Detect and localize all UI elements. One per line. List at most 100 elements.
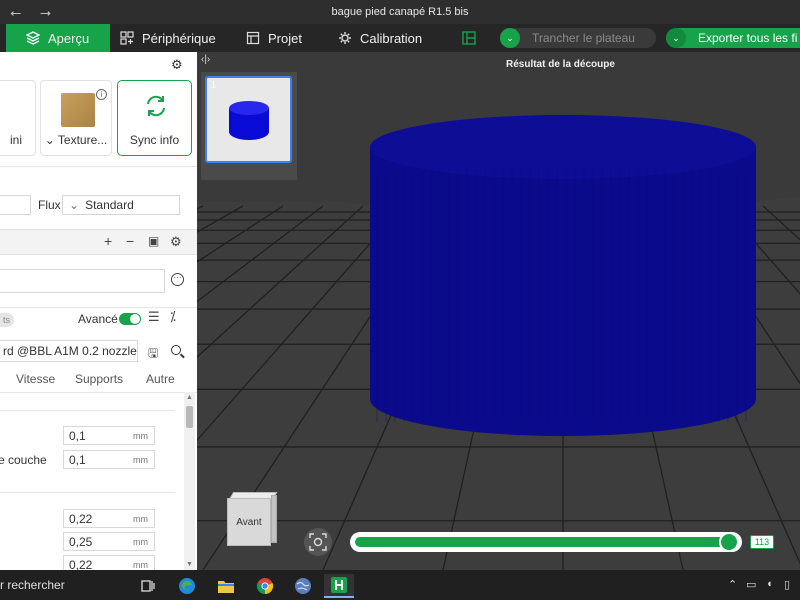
add-icon[interactable]: +: [104, 233, 112, 249]
sync-info-button[interactable]: Sync info: [117, 80, 192, 156]
fit-view-button[interactable]: [304, 528, 332, 556]
collapse-panel-icon[interactable]: ‹|›: [201, 54, 210, 65]
multi-device-icon: [462, 31, 476, 45]
divider: [0, 166, 197, 167]
texture-label: Texture...: [57, 133, 108, 147]
line-width-input-1[interactable]: 0,22 mm: [63, 509, 155, 528]
objects-settings-icon[interactable]: ▣: [148, 234, 159, 248]
cube-icon: [26, 31, 40, 45]
edge-icon[interactable]: [172, 574, 202, 598]
line-width-unit-2: mm: [133, 536, 148, 547]
calibration-icon: [338, 31, 352, 45]
divider: [0, 410, 175, 411]
settings-scrollbar[interactable]: ▲ ▼: [184, 392, 195, 570]
network-icon[interactable]: ▭: [746, 578, 756, 591]
slice-result-panel[interactable]: Résultat de la découpe: [496, 52, 800, 76]
remove-icon[interactable]: −: [126, 233, 134, 249]
layer-slider-handle[interactable]: [719, 532, 739, 552]
view-cube-front[interactable]: Avant: [227, 498, 271, 546]
plate-settings-gear-icon[interactable]: ⚙: [171, 57, 183, 73]
tab-peripherique[interactable]: Périphérique: [110, 24, 230, 52]
bambu-studio-icon[interactable]: [324, 574, 354, 598]
battery-icon[interactable]: ▯: [784, 578, 790, 591]
device-icon: [120, 31, 134, 45]
texture-card-label: ⌄ Texture...: [41, 133, 111, 147]
slice-dropdown-icon[interactable]: ⌄: [500, 28, 520, 48]
flux-dropdown-icon: ⌄: [69, 198, 80, 212]
scroll-up-icon[interactable]: ▲: [186, 394, 193, 401]
taskbar-search[interactable]: r rechercher: [0, 578, 65, 592]
slice-result-label: Résultat de la découpe: [506, 58, 615, 70]
object-search-input[interactable]: [0, 269, 165, 293]
project-icon: [246, 31, 260, 45]
plate-thumbnail-list: 1: [201, 72, 297, 180]
texture-swatch: [61, 93, 95, 127]
first-layer-height-input[interactable]: 0,1 mm: [63, 450, 155, 469]
layer-slider-fill: [355, 537, 731, 547]
export-dropdown-icon[interactable]: ⌄: [666, 28, 686, 48]
texture-card[interactable]: i ⌄ Texture...: [40, 80, 112, 156]
texture-dropdown-icon: ⌄: [44, 133, 55, 147]
left-settings-panel: ⚙ ini i ⌄ Texture... Sync info Flux ⌄ St…: [0, 52, 197, 570]
first-layer-height-unit: mm: [133, 454, 148, 465]
info-icon[interactable]: i: [96, 89, 107, 100]
speaker-icon[interactable]: ◖: [766, 578, 773, 590]
export-all-button[interactable]: ⌄ Exporter tous les fi: [666, 28, 800, 48]
filament-field[interactable]: [0, 195, 31, 215]
plate-number: 1: [211, 80, 217, 90]
line-width-input-3[interactable]: 0,22 mm: [63, 555, 155, 570]
tab-autre[interactable]: Autre: [146, 372, 175, 386]
first-layer-height-value: 0,1: [69, 452, 86, 467]
3d-viewport[interactable]: ‹|› 1 Avant 113: [197, 52, 800, 570]
save-icon[interactable]: 🖫: [148, 344, 158, 365]
line-width-value-2: 0,25: [69, 534, 93, 549]
flux-value: Standard: [85, 198, 134, 212]
slice-plate-button[interactable]: ⌄ Trancher le plateau: [500, 28, 656, 48]
plate-card-first[interactable]: ini: [0, 80, 36, 156]
layer-height-value: 0,1: [69, 428, 86, 443]
tab-projet[interactable]: Projet: [236, 24, 326, 52]
multi-device-button[interactable]: [452, 24, 482, 52]
line-width-input-2[interactable]: 0,25 mm: [63, 532, 155, 551]
slice-plate-label: Trancher le plateau: [532, 31, 635, 45]
layer-slider[interactable]: [350, 532, 742, 552]
process-chip[interactable]: ts: [0, 313, 14, 327]
divider: [0, 392, 197, 393]
tab-calibration-label: Calibration: [360, 30, 423, 46]
scroll-down-icon[interactable]: ▼: [186, 561, 193, 568]
chrome-icon[interactable]: [250, 574, 280, 598]
more-options-icon[interactable]: ···: [171, 273, 184, 286]
view-cube-label: Avant: [236, 516, 262, 528]
tab-vitesse[interactable]: Vitesse: [16, 372, 55, 386]
tab-peripherique-label: Périphérique: [142, 30, 216, 46]
settings-scrollbar-thumb[interactable]: [186, 406, 193, 428]
sync-icon: [147, 95, 165, 117]
layer-number-badge: 113: [750, 535, 774, 549]
compare-icon[interactable]: ⁒: [170, 309, 176, 325]
divider: [0, 307, 197, 308]
objects-gear-icon[interactable]: ⚙: [170, 234, 182, 250]
tab-supports[interactable]: Supports: [75, 372, 123, 386]
file-explorer-icon[interactable]: [211, 574, 241, 598]
list-icon[interactable]: ☰: [148, 309, 160, 325]
first-layer-label: e couche: [0, 453, 47, 467]
view-cube[interactable]: Avant: [223, 488, 278, 548]
view-cube-side[interactable]: [271, 495, 277, 543]
model-cylinder[interactable]: [370, 115, 756, 436]
layer-height-input[interactable]: 0,1 mm: [63, 426, 155, 445]
flux-select[interactable]: ⌄ Standard: [62, 195, 180, 215]
tray-chevron-icon[interactable]: ⌃: [728, 578, 737, 591]
process-preset-select[interactable]: rd @BBL A1M 0.2 nozzle: [0, 340, 138, 362]
title-bar: ⭠ ⭢ bague pied canapé R1.5 bis: [0, 0, 800, 24]
tab-calibration[interactable]: Calibration: [328, 24, 438, 52]
sync-info-label: Sync info: [129, 133, 180, 147]
window-title: bague pied canapé R1.5 bis: [331, 6, 469, 18]
line-width-value-3: 0,22: [69, 557, 93, 571]
advanced-toggle[interactable]: [119, 313, 141, 325]
line-width-unit-1: mm: [133, 513, 148, 524]
plate-thumbnail[interactable]: 1: [205, 76, 292, 163]
flux-label: Flux: [38, 198, 61, 212]
tab-apercu[interactable]: Aperçu: [6, 24, 110, 52]
globe-icon[interactable]: [288, 574, 318, 598]
task-view-icon[interactable]: [133, 574, 163, 598]
